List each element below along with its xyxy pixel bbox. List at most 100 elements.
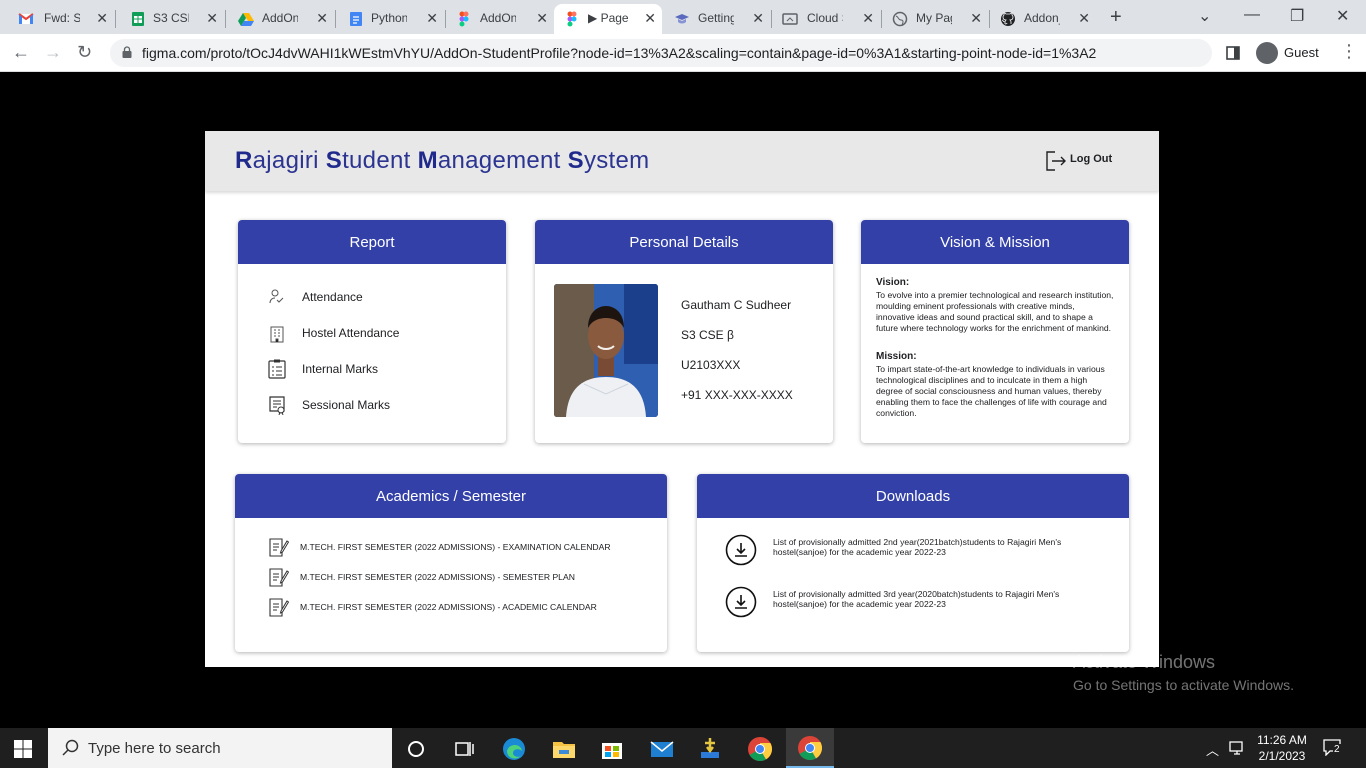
close-icon[interactable]: ✕ <box>862 10 874 27</box>
student-register-number: U2103XXX <box>681 358 741 372</box>
close-icon[interactable]: ✕ <box>644 10 656 27</box>
lock-icon <box>122 46 132 58</box>
downloads-heading: Downloads <box>697 474 1129 518</box>
minimize-button[interactable]: — <box>1244 6 1260 24</box>
forward-button[interactable]: → <box>44 42 62 63</box>
mission-block: Mission: To impart state-of-the-art know… <box>876 351 1114 419</box>
title-letter: R <box>235 147 253 174</box>
windows-taskbar: Type here to search ︿ 11:26 AM 2/1/2023 … <box>0 728 1366 768</box>
close-icon[interactable]: ✕ <box>426 10 438 27</box>
tab-figma-page-active[interactable]: ▶ Page ✕ <box>554 4 662 34</box>
side-panel-icon[interactable] <box>1226 46 1240 60</box>
kebab-menu-icon[interactable]: ⋮ <box>1340 41 1358 62</box>
attendance-icon <box>269 289 284 304</box>
title-word: tudent <box>342 147 418 174</box>
tab-figma-addon[interactable]: AddOn- ✕ <box>446 4 554 34</box>
tab-getting[interactable]: Getting ✕ <box>662 4 770 34</box>
mail-icon[interactable] <box>649 736 675 762</box>
chrome-icon[interactable] <box>747 736 773 762</box>
notification-count: 2 <box>1333 744 1341 755</box>
profile-label: Guest <box>1284 45 1319 60</box>
edge-icon[interactable] <box>501 736 527 762</box>
tab-cloud[interactable]: Cloud Sh ✕ <box>772 4 880 34</box>
tab-search-icon[interactable]: ⌄ <box>1198 6 1211 26</box>
report-heading: Report <box>238 220 506 264</box>
tab-sheets[interactable]: S3 CSE A ✕ <box>116 4 224 34</box>
activate-windows-watermark: Activate Windows Go to Settings to activ… <box>1073 652 1294 693</box>
tab-github[interactable]: Addon_ ✕ <box>990 4 1096 34</box>
profile-photo-image <box>554 284 658 417</box>
new-tab-button[interactable]: + <box>1110 6 1122 29</box>
watermark-subtitle: Go to Settings to activate Windows. <box>1073 677 1294 693</box>
windows-start-icon[interactable] <box>14 740 32 758</box>
task-view-icon[interactable] <box>451 736 477 762</box>
address-bar[interactable]: figma.com/proto/tOcJ4dvWAHI1kWEstmVhYU/A… <box>110 39 1212 67</box>
restore-button[interactable]: ❐ <box>1290 6 1304 26</box>
taskbar-search-placeholder: Type here to search <box>88 740 221 757</box>
academics-item[interactable]: M.TECH. FIRST SEMESTER (2022 ADMISSIONS)… <box>267 566 667 588</box>
academics-item-label: M.TECH. FIRST SEMESTER (2022 ADMISSIONS)… <box>300 602 597 612</box>
close-window-button[interactable]: ✕ <box>1336 6 1349 26</box>
gmail-icon <box>18 13 34 24</box>
network-icon[interactable] <box>1228 740 1246 756</box>
edit-document-icon <box>269 568 289 587</box>
chrome-icon <box>798 736 823 761</box>
file-explorer-icon[interactable] <box>551 736 577 762</box>
tab-gmail[interactable]: Fwd: Spr ✕ <box>0 4 114 34</box>
tab-my-page[interactable]: My Page ✕ <box>882 4 988 34</box>
sheets-icon <box>132 12 144 26</box>
edit-document-icon <box>269 598 289 617</box>
report-item-label: Attendance <box>302 290 363 304</box>
notifications-button[interactable]: 2 <box>1322 738 1346 758</box>
logout-button[interactable]: Log Out <box>1043 149 1123 173</box>
cloud-icon <box>782 13 798 25</box>
back-button[interactable]: ← <box>12 42 30 63</box>
report-item-hostel-attendance[interactable]: Hostel Attendance <box>268 323 488 343</box>
tab-drive[interactable]: AddOn - ✕ <box>226 4 334 34</box>
student-name: Gautham C Sudheer <box>681 298 792 312</box>
microsoft-store-icon[interactable] <box>599 736 625 762</box>
download-item[interactable]: List of provisionally admitted 3rd year(… <box>725 586 1105 618</box>
chevron-up-icon[interactable]: ︿ <box>1206 740 1219 759</box>
logout-icon <box>1046 151 1066 171</box>
download-icon[interactable] <box>725 586 757 618</box>
tab-docs[interactable]: Python \ ✕ <box>336 4 444 34</box>
download-item-label: List of provisionally admitted 2nd year(… <box>773 537 1062 558</box>
cap-icon <box>675 14 689 24</box>
cortana-icon[interactable] <box>403 736 429 762</box>
tab-title: AddOn- <box>480 11 516 25</box>
profile-button[interactable]: Guest <box>1252 39 1328 67</box>
report-item-sessional-marks[interactable]: Sessional Marks <box>268 395 488 415</box>
tab-title: Getting <box>698 11 734 25</box>
close-icon[interactable]: ✕ <box>96 10 108 27</box>
tab-title: ▶ Page <box>588 11 629 25</box>
report-item-internal-marks[interactable]: Internal Marks <box>268 359 488 379</box>
reload-button[interactable]: ↻ <box>77 42 92 63</box>
prototype-viewport: Rajagiri Student Management System Log O… <box>0 72 1366 728</box>
report-item-label: Sessional Marks <box>302 398 391 412</box>
close-icon[interactable]: ✕ <box>536 10 548 27</box>
close-icon[interactable]: ✕ <box>316 10 328 27</box>
download-item[interactable]: List of provisionally admitted 2nd year(… <box>725 534 1105 566</box>
system-clock[interactable]: 11:26 AM 2/1/2023 <box>1250 732 1314 764</box>
close-icon[interactable]: ✕ <box>752 10 764 27</box>
logout-label: Log Out <box>1070 153 1113 165</box>
taskbar-search-box[interactable]: Type here to search <box>48 728 392 768</box>
taskbar-active-app[interactable] <box>786 728 834 768</box>
report-item-attendance[interactable]: Attendance <box>268 287 488 307</box>
app-icon[interactable] <box>697 736 723 762</box>
tab-title: Addon_ <box>1024 11 1060 25</box>
academics-item[interactable]: M.TECH. FIRST SEMESTER (2022 ADMISSIONS)… <box>267 536 667 558</box>
title-letter: M <box>417 147 438 174</box>
download-icon[interactable] <box>725 534 757 566</box>
figma-icon <box>567 11 577 27</box>
close-icon[interactable]: ✕ <box>970 10 982 27</box>
vision-label: Vision: <box>876 277 910 288</box>
academics-card: Academics / Semester M.TECH. FIRST SEMES… <box>235 474 667 652</box>
download-item-label: List of provisionally admitted 3rd year(… <box>773 589 1060 610</box>
github-icon <box>1001 12 1015 26</box>
close-icon[interactable]: ✕ <box>206 10 218 27</box>
tab-title: AddOn - <box>262 11 298 25</box>
academics-item[interactable]: M.TECH. FIRST SEMESTER (2022 ADMISSIONS)… <box>267 596 667 618</box>
close-icon[interactable]: ✕ <box>1078 10 1090 27</box>
